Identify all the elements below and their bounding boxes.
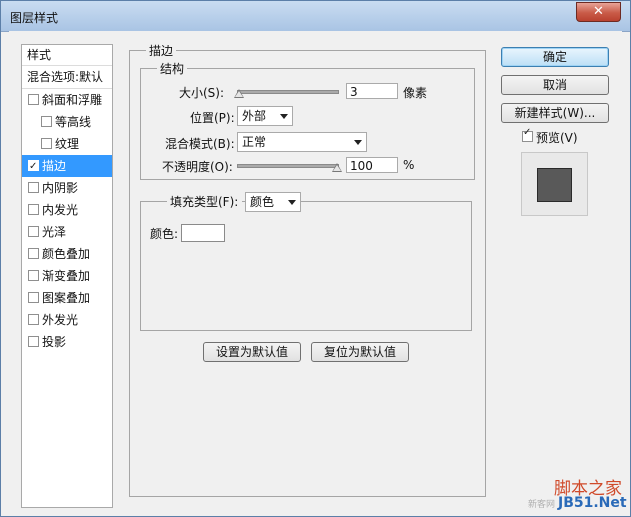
checkbox-icon[interactable] bbox=[28, 292, 39, 303]
style-item[interactable]: 颜色叠加 bbox=[22, 243, 112, 265]
dialog-title: 图层样式 bbox=[10, 11, 59, 25]
stroke-title: 描边 bbox=[146, 42, 177, 59]
style-item-label: 内发光 bbox=[42, 203, 79, 217]
position-select[interactable]: 外部 bbox=[237, 106, 293, 126]
checkbox-icon[interactable] bbox=[28, 226, 39, 237]
checkbox-icon[interactable] bbox=[28, 182, 39, 193]
opacity-slider-track[interactable] bbox=[237, 164, 339, 168]
style-item[interactable]: 光泽 bbox=[22, 221, 112, 243]
size-unit: 像素 bbox=[403, 86, 428, 100]
checkbox-icon[interactable] bbox=[41, 138, 52, 149]
style-item-label: 图案叠加 bbox=[42, 291, 91, 305]
fill-type-value: 颜色 bbox=[250, 195, 275, 209]
style-item[interactable]: 等高线 bbox=[22, 111, 112, 133]
style-item[interactable]: 描边 bbox=[22, 155, 112, 178]
style-item[interactable]: 图案叠加 bbox=[22, 287, 112, 309]
style-item-label: 光泽 bbox=[42, 225, 67, 239]
position-value: 外部 bbox=[242, 109, 267, 123]
size-slider-track[interactable] bbox=[237, 90, 339, 94]
preview-box bbox=[521, 152, 588, 216]
styles-items: 混合选项:默认斜面和浮雕等高线纹理描边内阴影内发光光泽颜色叠加渐变叠加图案叠加外… bbox=[22, 66, 112, 353]
style-item[interactable]: 混合选项:默认 bbox=[22, 66, 112, 89]
structure-group: 结构 大小(S): 3 像素 位置(P): 外部 混合模式(B): 正常 不透明… bbox=[140, 60, 475, 180]
style-item-label: 纹理 bbox=[55, 137, 80, 151]
style-item-label: 混合选项:默认 bbox=[27, 70, 104, 84]
structure-title: 结构 bbox=[157, 60, 188, 77]
fill-type-label: 填充类型(F): bbox=[167, 193, 243, 210]
preview-swatch bbox=[537, 168, 572, 202]
blend-mode-value: 正常 bbox=[242, 135, 267, 149]
styles-list: 样式 混合选项:默认斜面和浮雕等高线纹理描边内阴影内发光光泽颜色叠加渐变叠加图案… bbox=[21, 44, 113, 508]
style-item-label: 投影 bbox=[42, 335, 67, 349]
title-bar[interactable]: 图层样式 ✕ bbox=[1, 1, 630, 32]
fill-type-select[interactable]: 颜色 bbox=[245, 192, 301, 212]
fill-group: 填充类型(F): 颜色 颜色: bbox=[140, 192, 472, 331]
style-item-label: 外发光 bbox=[42, 313, 79, 327]
preview-label: 预览(V) bbox=[536, 131, 578, 145]
checkbox-icon[interactable] bbox=[28, 204, 39, 215]
opacity-slider-thumb[interactable] bbox=[332, 163, 342, 172]
checkbox-icon[interactable] bbox=[28, 94, 39, 105]
cancel-button[interactable]: 取消 bbox=[501, 75, 609, 95]
chevron-down-icon bbox=[280, 114, 288, 119]
style-item[interactable]: 投影 bbox=[22, 331, 112, 353]
style-item-label: 斜面和浮雕 bbox=[42, 93, 103, 107]
style-item[interactable]: 纹理 bbox=[22, 133, 112, 155]
size-label: 大小(S): bbox=[179, 86, 225, 100]
new-style-button[interactable]: 新建样式(W)... bbox=[501, 103, 609, 123]
set-default-button[interactable]: 设置为默认值 bbox=[203, 342, 301, 362]
checkbox-icon[interactable] bbox=[41, 116, 52, 127]
style-item[interactable]: 斜面和浮雕 bbox=[22, 89, 112, 111]
layer-style-dialog: 图层样式 ✕ 样式 混合选项:默认斜面和浮雕等高线纹理描边内阴影内发光光泽颜色叠… bbox=[0, 0, 631, 517]
style-item-label: 描边 bbox=[42, 159, 67, 173]
size-input[interactable]: 3 bbox=[346, 83, 398, 99]
opacity-unit: % bbox=[403, 158, 415, 172]
dialog-body: 样式 混合选项:默认斜面和浮雕等高线纹理描边内阴影内发光光泽颜色叠加渐变叠加图案… bbox=[9, 31, 627, 512]
style-item[interactable]: 内发光 bbox=[22, 199, 112, 221]
style-item[interactable]: 外发光 bbox=[22, 309, 112, 331]
checkbox-icon[interactable] bbox=[28, 314, 39, 325]
position-label: 位置(P): bbox=[190, 111, 235, 125]
blend-mode-select[interactable]: 正常 bbox=[237, 132, 367, 152]
watermark-url: JB51.Net bbox=[558, 495, 627, 511]
preview-checkbox[interactable]: 预览(V) bbox=[522, 127, 602, 145]
chevron-down-icon bbox=[354, 140, 362, 145]
checkbox-icon bbox=[522, 127, 533, 142]
color-label: 颜色: bbox=[150, 227, 179, 241]
style-item-label: 内阴影 bbox=[42, 181, 79, 195]
chevron-down-icon bbox=[288, 200, 296, 205]
size-slider-thumb[interactable] bbox=[234, 89, 244, 98]
opacity-label: 不透明度(O): bbox=[162, 160, 233, 174]
checkbox-icon[interactable] bbox=[28, 248, 39, 259]
style-item-label: 颜色叠加 bbox=[42, 247, 91, 261]
style-item[interactable]: 渐变叠加 bbox=[22, 265, 112, 287]
opacity-input[interactable]: 100 bbox=[346, 157, 398, 173]
checkbox-icon[interactable] bbox=[28, 156, 39, 178]
stroke-group: 描边 结构 大小(S): 3 像素 位置(P): 外部 混合模式(B): 正常 bbox=[129, 42, 486, 497]
stroke-color-swatch[interactable] bbox=[181, 224, 225, 242]
reset-default-button[interactable]: 复位为默认值 bbox=[311, 342, 409, 362]
blend-mode-label: 混合模式(B): bbox=[165, 137, 235, 151]
style-item-label: 渐变叠加 bbox=[42, 269, 91, 283]
watermark-small: 新客网 bbox=[528, 500, 556, 510]
style-item[interactable]: 内阴影 bbox=[22, 177, 112, 199]
close-button[interactable]: ✕ bbox=[576, 2, 621, 22]
checkbox-icon[interactable] bbox=[28, 270, 39, 281]
ok-button[interactable]: 确定 bbox=[501, 47, 609, 67]
checkbox-icon[interactable] bbox=[28, 336, 39, 347]
styles-header[interactable]: 样式 bbox=[22, 45, 112, 66]
style-item-label: 等高线 bbox=[55, 115, 92, 129]
